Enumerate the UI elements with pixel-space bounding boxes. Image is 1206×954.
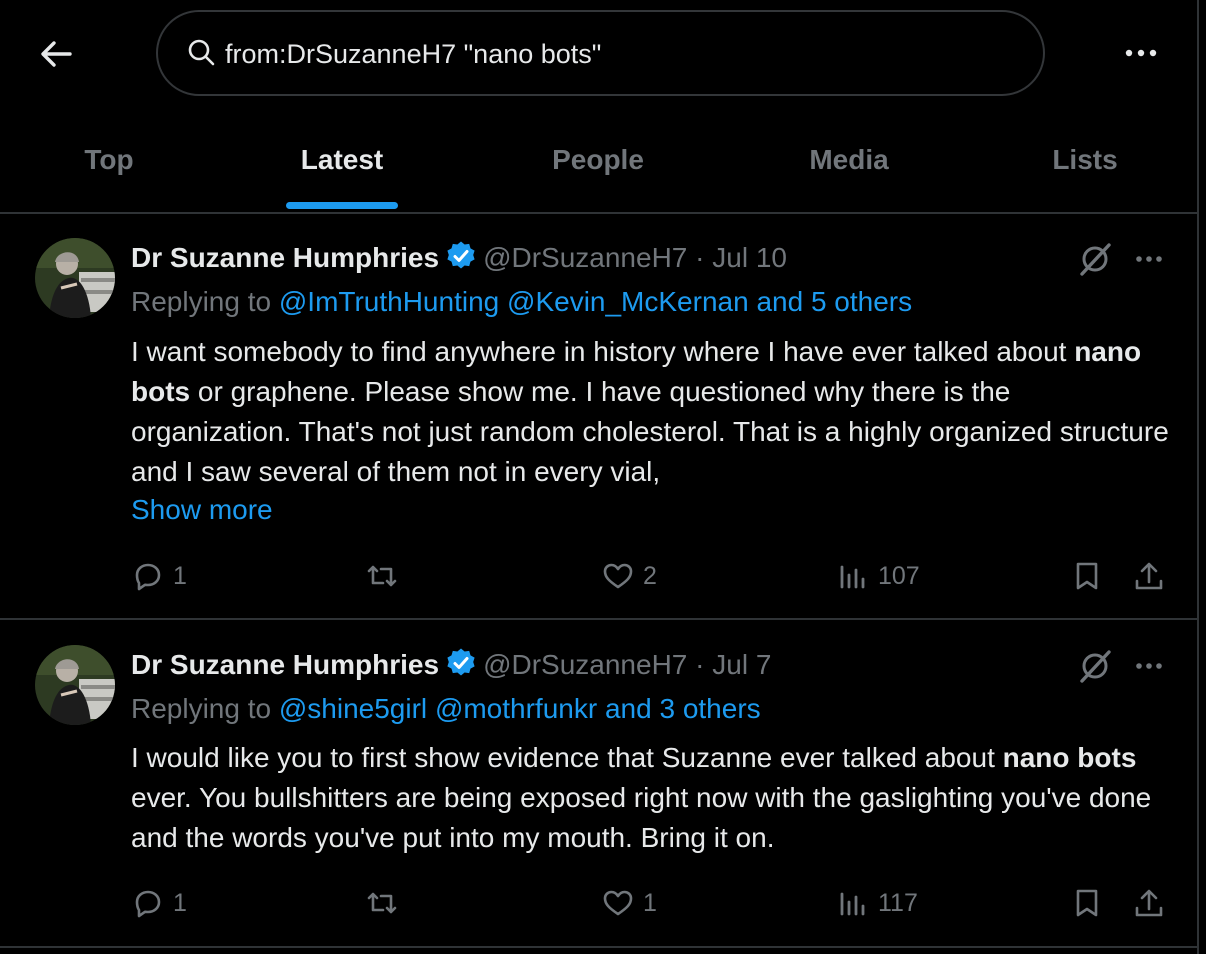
share-icon [1135, 562, 1163, 590]
bookmark-button[interactable] [1070, 556, 1104, 596]
grok-icon[interactable] [1076, 647, 1114, 685]
tab-people[interactable]: People [530, 118, 666, 212]
highlighted-term: nano bots [1002, 742, 1137, 773]
tweet-header: Dr Suzanne Humphries @DrSuzanneH7 · Jul 7 [131, 647, 771, 687]
grok-icon[interactable] [1076, 240, 1114, 278]
mention-link[interactable]: @Kevin_McKernan [507, 286, 749, 317]
replying-to-label: Replying to [131, 693, 272, 724]
more-icon[interactable] [1132, 651, 1166, 681]
like-count: 2 [643, 561, 657, 590]
replying-to: Replying to @shine5girl @mothrfunkr and … [131, 693, 761, 725]
share-button[interactable] [1132, 556, 1166, 596]
repost-icon [367, 565, 397, 587]
like-button[interactable]: 1 [601, 883, 657, 923]
back-arrow-icon[interactable] [36, 34, 76, 74]
tweet-actions: 1 1 117 [0, 883, 1199, 923]
verified-badge-icon[interactable] [445, 240, 477, 272]
tweet[interactable]: Dr Suzanne Humphries @DrSuzanneH7 · Jul 1… [0, 214, 1199, 620]
view-count: 117 [878, 888, 918, 917]
views-button[interactable]: 107 [836, 556, 920, 596]
reply-button[interactable]: 1 [131, 883, 187, 923]
repost-icon [367, 892, 397, 914]
tweet-date[interactable]: Jul 10 [712, 242, 787, 273]
mention-link[interactable]: @mothrfunkr [435, 693, 597, 724]
more-icon[interactable] [1132, 244, 1166, 274]
bookmark-icon [1076, 889, 1098, 917]
view-count: 107 [878, 561, 920, 590]
separator-dot: · [695, 649, 705, 680]
tab-top[interactable]: Top [60, 118, 158, 212]
bookmark-button[interactable] [1070, 883, 1104, 923]
reply-icon [135, 563, 161, 591]
like-icon [603, 563, 633, 589]
author-name[interactable]: Dr Suzanne Humphries [131, 649, 439, 680]
like-count: 1 [643, 888, 657, 917]
reply-icon [135, 890, 161, 918]
mention-link[interactable]: @shine5girl [279, 693, 427, 724]
tweet-text: I would like you to first show evidence … [131, 742, 1152, 853]
tweet[interactable]: Dr Suzanne Humphries @DrSuzanneH7 · Jul 7… [0, 620, 1199, 948]
tweet-actions: 1 2 107 [0, 556, 1199, 596]
show-more-link[interactable]: Show more [131, 494, 273, 526]
author-name[interactable]: Dr Suzanne Humphries [131, 242, 439, 273]
author-handle[interactable]: @DrSuzanneH7 [483, 242, 687, 273]
replying-to: Replying to @ImTruthHunting @Kevin_McKer… [131, 286, 912, 318]
active-tab-indicator [286, 202, 398, 209]
views-icon [840, 565, 865, 589]
reply-count: 1 [173, 888, 187, 917]
separator-dot: · [695, 242, 705, 273]
like-icon [603, 890, 633, 916]
share-icon [1135, 889, 1163, 917]
reply-button[interactable]: 1 [131, 556, 187, 596]
views-button[interactable]: 117 [836, 883, 918, 923]
avatar[interactable] [35, 238, 115, 318]
share-button[interactable] [1132, 883, 1166, 923]
repost-button[interactable] [365, 883, 407, 923]
search-results-page: Top Latest People Media Lists Dr Suzanne… [0, 0, 1199, 954]
views-icon [840, 892, 865, 916]
tab-lists[interactable]: Lists [1036, 118, 1134, 212]
tweet-date[interactable]: Jul 7 [712, 649, 771, 680]
more-icon[interactable] [1120, 36, 1162, 70]
tweet-text: I want somebody to find anywhere in hist… [131, 336, 1169, 487]
search-icon [188, 39, 215, 66]
others-link[interactable]: and 5 others [756, 286, 912, 317]
repost-button[interactable] [365, 556, 407, 596]
author-handle[interactable]: @DrSuzanneH7 [483, 649, 687, 680]
search-input[interactable] [223, 30, 1007, 78]
like-button[interactable]: 2 [601, 556, 657, 596]
tab-latest[interactable]: Latest [272, 118, 412, 212]
tab-bar: Top Latest People Media Lists [0, 118, 1199, 214]
avatar[interactable] [35, 645, 115, 725]
others-link[interactable]: and 3 others [605, 693, 761, 724]
verified-badge-icon[interactable] [445, 647, 477, 679]
search-bar[interactable] [156, 10, 1045, 96]
replying-to-label: Replying to [131, 286, 272, 317]
mention-link[interactable]: @ImTruthHunting [279, 286, 499, 317]
bookmark-icon [1076, 562, 1098, 590]
reply-count: 1 [173, 561, 187, 590]
tab-media[interactable]: Media [790, 118, 908, 212]
tweet-header: Dr Suzanne Humphries @DrSuzanneH7 · Jul 1… [131, 240, 787, 280]
